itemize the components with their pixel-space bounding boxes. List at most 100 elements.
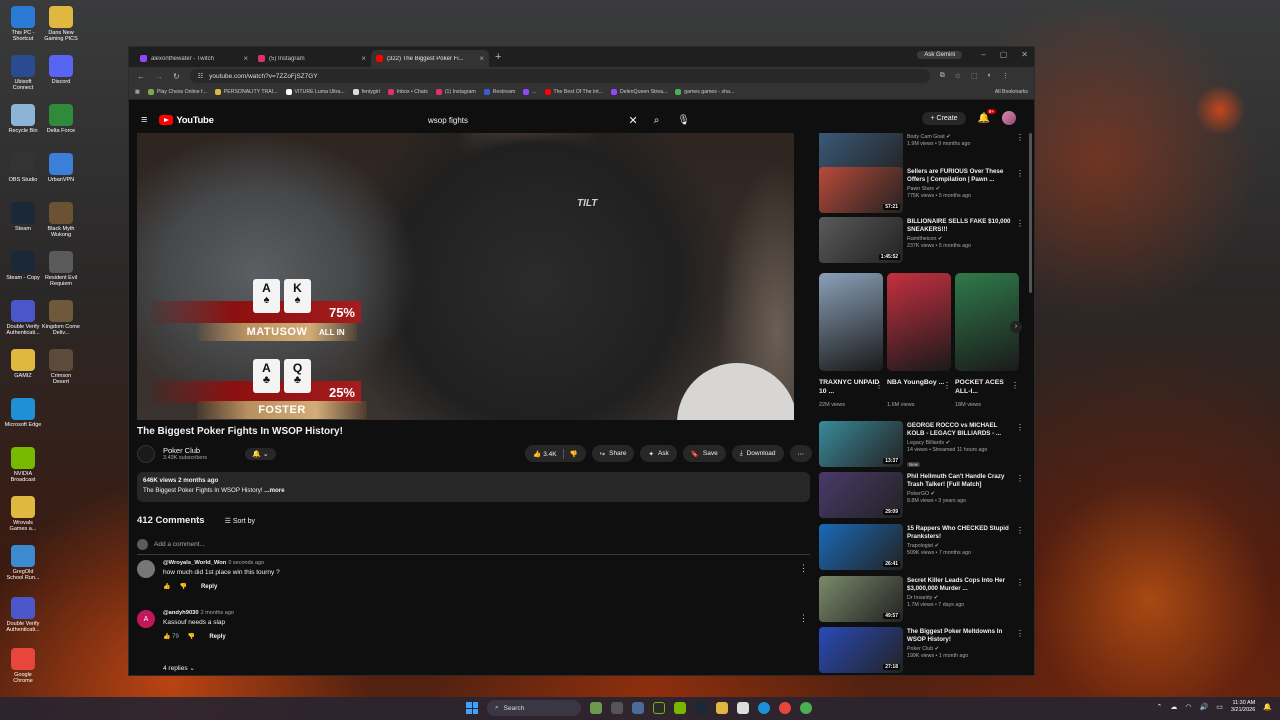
chrome-icon[interactable]	[779, 702, 791, 714]
maximize-icon[interactable]: ▢	[1000, 50, 1008, 59]
avatar[interactable]	[1002, 111, 1016, 125]
desktop-icon[interactable]: Kingdom Come Deliv...	[42, 300, 80, 337]
comment-dislike-button[interactable]: 👎	[188, 633, 195, 640]
desktop-icon[interactable]: Google Chrome	[4, 648, 42, 685]
desktop-icon[interactable]: This PC - Shortcut	[4, 6, 42, 43]
bookmark-item[interactable]: (1) Instagram	[435, 89, 476, 95]
more-options-icon[interactable]: ⋮	[943, 381, 951, 390]
recommended-video[interactable]: 27:18 The Biggest Poker Meltdowns In WSOP…	[819, 627, 1024, 673]
video-player[interactable]: TILT 75% A ♠ K ♠ MATUSOW ALL IN 25% A ♣ Q ♣ …	[137, 133, 794, 420]
cloud-icon[interactable]: ☁	[1170, 703, 1177, 711]
terminal-icon[interactable]	[653, 702, 665, 714]
bookmark-item[interactable]: Play Chess Online f...	[147, 89, 207, 95]
comment-more-icon[interactable]: ⋮	[799, 563, 808, 574]
more-options-icon[interactable]: ⋮	[1016, 423, 1024, 432]
recommended-video[interactable]: 13:37 GEORGE ROCCO vs MICHAEL KOLB - LEGA…	[819, 421, 1024, 468]
video-thumbnail[interactable]: 57:21	[819, 167, 903, 213]
desktop-icon[interactable]: GAMIZ	[4, 349, 42, 379]
video-title[interactable]: GEORGE ROCCO vs MICHAEL KOLB - LEGACY BI…	[907, 422, 1012, 438]
desktop-icon[interactable]: Crimson Desert	[42, 349, 80, 386]
desktop-icon[interactable]: Recycle Bin	[4, 104, 42, 134]
sidebar-scrollbar[interactable]	[1029, 133, 1032, 293]
more-options-icon[interactable]: ⋮	[875, 381, 883, 390]
video-title[interactable]: Secret Killer Leads Cops Into Her $3,000…	[907, 577, 1012, 593]
short-item[interactable]: NBA YoungBoy ... 1.6M views ⋮	[887, 273, 951, 408]
video-thumbnail[interactable]: 29:09	[819, 472, 903, 518]
short-title[interactable]: NBA YoungBoy ...	[887, 379, 951, 399]
extensions-icon[interactable]: ⬚	[971, 72, 978, 80]
ask-button[interactable]: ✦ Ask	[640, 445, 677, 462]
desktop-icon[interactable]: OBS Studio	[4, 153, 42, 183]
bookmark-item[interactable]: Inbox • Chats	[387, 89, 428, 95]
browser-tab[interactable]: (322) The Biggest Poker Fi... ×	[371, 50, 489, 67]
short-item[interactable]: POCKET ACES ALL-I... 18M views ⋮	[955, 273, 1019, 408]
desktop-icon[interactable]: Microsoft Edge	[4, 398, 42, 428]
chevron-up-icon[interactable]: ⌃	[1156, 703, 1162, 711]
desktop-icon[interactable]: Dans New Gaming PICS	[42, 6, 80, 43]
comment-like-button[interactable]: 👍 79	[163, 633, 179, 640]
bookmark-item[interactable]: games games - sha...	[675, 89, 734, 95]
video-title[interactable]: The Biggest Poker Meltdowns In WSOP Hist…	[907, 628, 1012, 644]
video-thumbnail[interactable]: 49:57	[819, 576, 903, 622]
download-button[interactable]: ⤓ Download	[731, 445, 784, 462]
channel-avatar[interactable]	[137, 445, 155, 463]
browser-tab[interactable]: (5) Instagram ×	[253, 50, 371, 67]
subscription-bell-button[interactable]: 🔔 ⌄	[245, 448, 276, 460]
taskbar-search[interactable]: ⌕ Search	[487, 700, 581, 716]
add-comment-input[interactable]: Add a comment...	[154, 541, 205, 548]
comment-more-icon[interactable]: ⋮	[799, 613, 808, 624]
widgets-icon[interactable]	[590, 702, 602, 714]
commenter-avatar[interactable]: A	[137, 610, 155, 628]
more-options-icon[interactable]: ⋮	[1016, 578, 1024, 587]
video-title[interactable]: BILLIONAIRE SELLS FAKE $10,000 SNEAKERS!…	[907, 218, 1012, 234]
desktop-icon[interactable]: NVIDIA Broadcast	[4, 447, 42, 484]
clear-search-icon[interactable]: ✕	[628, 114, 637, 127]
bookmark-item[interactable]: The Best Of The Int...	[544, 89, 603, 95]
comment-username[interactable]: @Wroyals_World_Won	[163, 560, 226, 566]
ask-gemini-button[interactable]: Ask Gemini	[917, 51, 962, 59]
more-options-icon[interactable]: ⋮	[1016, 526, 1024, 535]
notifications-bell-icon[interactable]: 🔔 9+	[978, 108, 996, 124]
like-button[interactable]: 👍 3.4K	[533, 450, 556, 458]
more-options-icon[interactable]: ⋮	[1016, 219, 1024, 228]
bookmark-item[interactable]: fentygirl	[352, 89, 380, 95]
file-explorer-icon[interactable]	[716, 702, 728, 714]
youtube-logo[interactable]: YouTube	[159, 115, 214, 126]
sort-by-button[interactable]: ☰ Sort by	[225, 517, 255, 525]
video-thumbnail[interactable]: 26:41	[819, 524, 903, 570]
recommended-video[interactable]: 1:45:52 BILLIONAIRE SELLS FAKE $10,000 SN…	[819, 217, 1024, 263]
comment-like-button[interactable]: 👍	[163, 583, 170, 590]
desktop-icon[interactable]: Black Myth Wukong	[42, 202, 80, 239]
desktop-icon[interactable]: Steam	[4, 202, 42, 232]
short-title[interactable]: TRAXNYC UNPAID 10 ...	[819, 379, 883, 399]
close-tab-icon[interactable]: ×	[243, 54, 248, 63]
video-thumbnail[interactable]: 27:18	[819, 627, 903, 673]
desktop-icon[interactable]: Wrovals Games a...	[4, 496, 42, 533]
forward-icon[interactable]: →	[155, 72, 163, 81]
save-button[interactable]: 🔖 Save	[682, 445, 726, 462]
reload-icon[interactable]: ↻	[173, 72, 180, 81]
search-icon[interactable]: ⌕	[654, 115, 660, 126]
create-button[interactable]: + Create	[922, 111, 966, 125]
site-info-icon[interactable]: ☷	[198, 73, 203, 80]
short-thumbnail[interactable]	[955, 273, 1019, 371]
view-replies-button[interactable]: 4 replies ⌄	[163, 664, 195, 672]
recommended-video[interactable]: 57:21 Sellers are FURIOUS Over These Offe…	[819, 167, 1024, 213]
hamburger-menu-icon[interactable]: ≡	[141, 114, 147, 126]
more-options-icon[interactable]: ⋮	[1016, 474, 1024, 483]
apps-icon[interactable]: ▦	[135, 89, 140, 95]
short-title[interactable]: POCKET ACES ALL-I...	[955, 379, 1019, 399]
browser-tab[interactable]: alexonthewater - Twitch ×	[135, 50, 253, 67]
desktop-icon[interactable]: GregOld School Run...	[4, 545, 42, 582]
all-bookmarks[interactable]: All Bookmarks	[995, 89, 1028, 95]
desktop-icon[interactable]: Delta Force	[42, 104, 80, 134]
comment-username[interactable]: @andyh9030	[163, 610, 199, 616]
desktop-icon[interactable]: Double Verify Authenticati...	[4, 597, 42, 634]
desktop-icon[interactable]: Double Verify Authenticati...	[4, 300, 42, 337]
more-options-icon[interactable]: ⋮	[1016, 169, 1024, 178]
bookmark-item[interactable]: Restream	[483, 89, 515, 95]
recommended-video[interactable]: 26:41 15 Rappers Who CHECKED Stupid Prank…	[819, 524, 1024, 570]
channel-name[interactable]: Poker Club	[163, 446, 207, 455]
windows-start-icon[interactable]	[466, 702, 478, 714]
video-title[interactable]: 15 Rappers Who CHECKED Stupid Pranksters…	[907, 525, 1012, 541]
